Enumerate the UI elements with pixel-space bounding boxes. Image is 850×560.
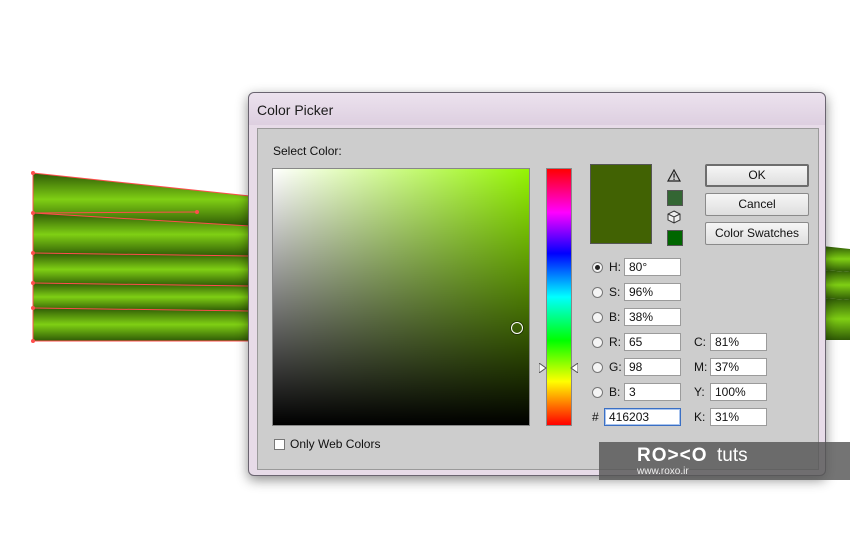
- gamut-color-swatch[interactable]: [667, 230, 683, 246]
- hue-slider-arrow-left[interactable]: [539, 363, 547, 373]
- only-web-colors-checkbox[interactable]: [274, 439, 285, 450]
- cyan-label: C:: [694, 335, 706, 349]
- yellow-field[interactable]: [710, 383, 767, 401]
- hex-label: #: [592, 410, 599, 424]
- color-field-marker[interactable]: [511, 322, 523, 334]
- hue-slider[interactable]: [546, 168, 572, 426]
- saturation-field[interactable]: [624, 283, 681, 301]
- black-field[interactable]: [710, 408, 767, 426]
- red-label: R:: [609, 335, 621, 349]
- hue-field[interactable]: [624, 258, 681, 276]
- brightness-field[interactable]: [624, 308, 681, 326]
- new-color-swatch: [590, 164, 652, 244]
- green-label: G:: [609, 360, 622, 374]
- green-strips-right: [822, 246, 850, 340]
- color-field[interactable]: [272, 168, 530, 426]
- green-strips-left: [31, 171, 251, 343]
- dialog-titlebar[interactable]: Color Picker: [249, 93, 825, 125]
- brightness-label: B:: [609, 310, 621, 324]
- watermark-logo: RO><O: [637, 445, 708, 466]
- select-color-label: Select Color:: [273, 144, 342, 158]
- blue-label: B:: [609, 385, 621, 399]
- green-radio[interactable]: [592, 362, 603, 373]
- color-field-brightness: [273, 169, 529, 425]
- dialog-title: Color Picker: [257, 102, 334, 118]
- watermark-tuts: tuts: [717, 445, 748, 466]
- blue-radio[interactable]: [592, 387, 603, 398]
- green-field[interactable]: [624, 358, 681, 376]
- black-label: K:: [694, 410, 706, 424]
- cancel-button[interactable]: Cancel: [705, 193, 809, 216]
- watermark-url: www.roxo.ir: [637, 466, 689, 477]
- only-web-colors-label: Only Web Colors: [290, 437, 381, 451]
- red-radio[interactable]: [592, 337, 603, 348]
- cyan-field[interactable]: [710, 333, 767, 351]
- red-field[interactable]: [624, 333, 681, 351]
- web-safe-warning-cube-icon[interactable]: [667, 210, 681, 224]
- color-swatches-button[interactable]: Color Swatches: [705, 222, 809, 245]
- yellow-label: Y:: [694, 385, 705, 399]
- web-safe-color-swatch[interactable]: [667, 190, 683, 206]
- hue-label: H:: [609, 260, 621, 274]
- hex-field[interactable]: [604, 408, 681, 426]
- watermark: RO><O tuts www.roxo.ir: [599, 442, 850, 480]
- out-of-gamut-warning-icon[interactable]: [667, 169, 681, 182]
- blue-field[interactable]: [624, 383, 681, 401]
- brightness-radio[interactable]: [592, 312, 603, 323]
- hue-radio[interactable]: [592, 262, 603, 273]
- magenta-field[interactable]: [710, 358, 767, 376]
- ok-button[interactable]: OK: [705, 164, 809, 187]
- dialog-panel: Select Color: OK Cancel Color Swatches H…: [257, 128, 819, 470]
- saturation-radio[interactable]: [592, 287, 603, 298]
- color-picker-dialog: Color Picker Select Color: OK Cancel Col…: [248, 92, 826, 476]
- magenta-label: M:: [694, 360, 708, 374]
- hue-slider-arrow-right[interactable]: [570, 363, 578, 373]
- saturation-label: S:: [609, 285, 621, 299]
